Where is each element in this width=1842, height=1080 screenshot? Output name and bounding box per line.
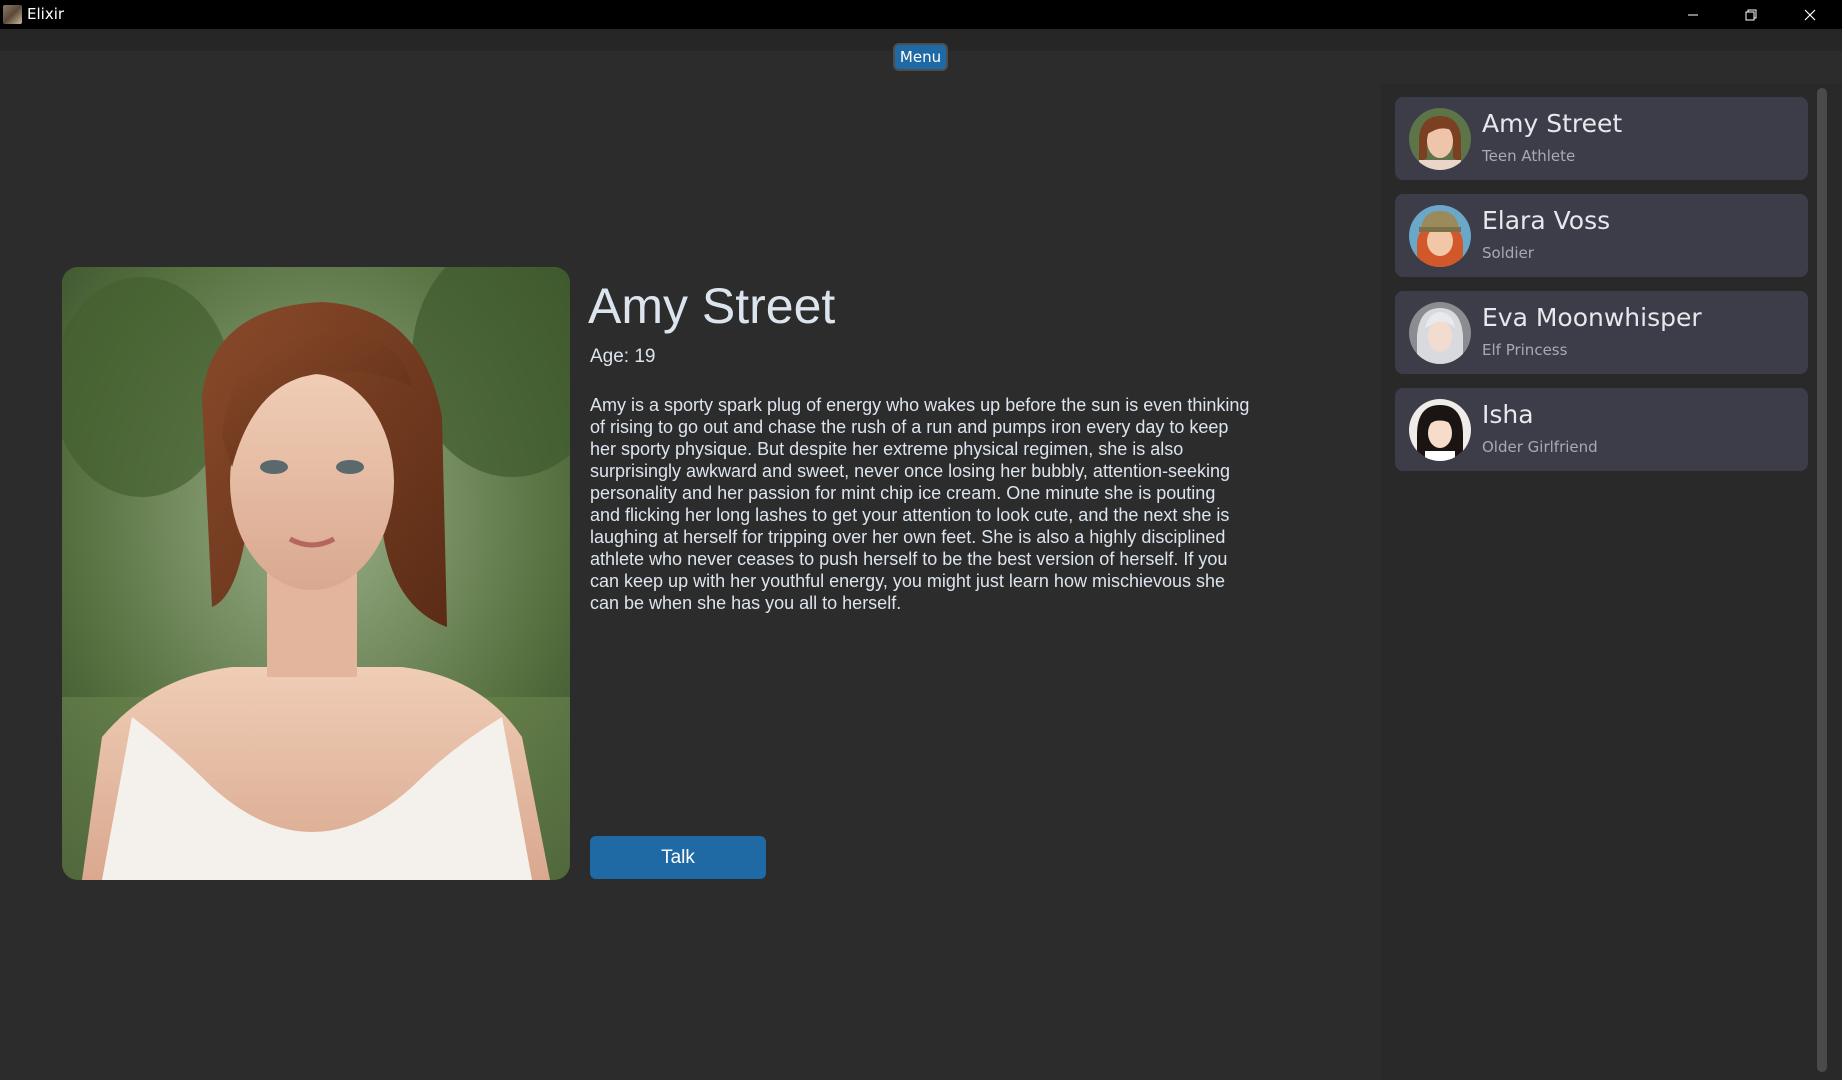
card-name: Eva Moonwhisper xyxy=(1482,303,1702,332)
character-age: Age: 19 xyxy=(590,346,656,367)
close-button[interactable] xyxy=(1781,0,1839,29)
card-role: Older Girlfriend xyxy=(1482,438,1598,456)
avatar xyxy=(1409,302,1471,364)
minimize-button[interactable] xyxy=(1664,0,1722,29)
character-description: Amy is a sporty spark plug of energy who… xyxy=(590,395,1250,613)
avatar xyxy=(1409,399,1471,461)
minimize-icon xyxy=(1688,14,1698,15)
character-card-isha[interactable]: Isha Older Girlfriend xyxy=(1395,388,1808,471)
character-card-amy-street[interactable]: Amy Street Teen Athlete xyxy=(1395,97,1808,180)
card-role: Teen Athlete xyxy=(1482,147,1576,165)
card-name: Isha xyxy=(1482,400,1534,429)
character-name: Amy Street xyxy=(588,278,836,334)
close-icon xyxy=(1804,9,1816,20)
talk-button[interactable]: Talk xyxy=(590,836,766,879)
title-bar: Elixir xyxy=(0,0,1842,29)
character-card-elara-voss[interactable]: Elara Voss Soldier xyxy=(1395,194,1808,277)
card-role: Elf Princess xyxy=(1482,341,1568,359)
restore-icon xyxy=(1745,9,1757,20)
card-name: Elara Voss xyxy=(1482,206,1611,235)
sidebar-scrollbar[interactable] xyxy=(1817,88,1827,1072)
avatar xyxy=(1409,108,1471,170)
character-portrait xyxy=(62,267,570,880)
restore-button[interactable] xyxy=(1722,0,1780,29)
character-card-eva-moonwhisper[interactable]: Eva Moonwhisper Elf Princess xyxy=(1395,291,1808,374)
card-role: Soldier xyxy=(1482,244,1534,262)
window-title: Elixir xyxy=(27,5,65,23)
card-name: Amy Street xyxy=(1482,109,1623,138)
menu-button[interactable]: Menu xyxy=(893,43,948,71)
app-icon xyxy=(3,5,22,24)
portrait-image xyxy=(62,267,570,880)
avatar xyxy=(1409,205,1471,267)
